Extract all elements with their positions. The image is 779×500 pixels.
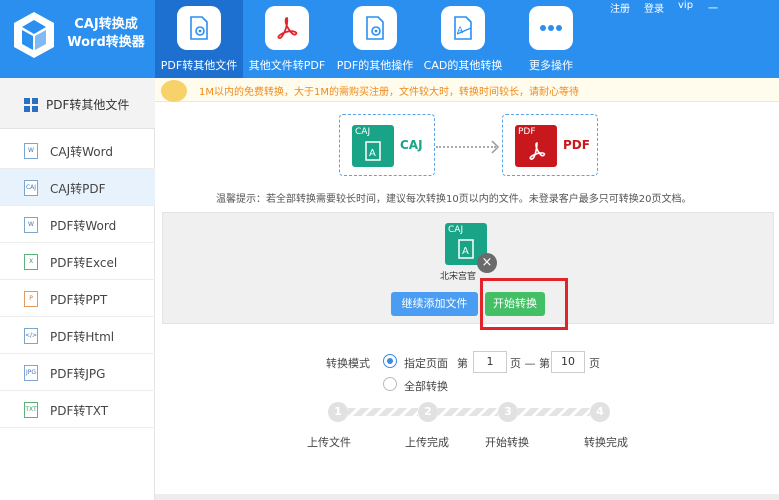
sidebar-item-label: PDF转PPT	[50, 293, 108, 307]
html-file-icon: </>	[24, 328, 38, 344]
tab-pdf-to-other[interactable]: PDF转其他文件	[155, 0, 243, 78]
pdf-gear-icon	[177, 6, 221, 50]
word-file-icon: W	[24, 143, 38, 159]
app-title-line2: Word转换器	[67, 35, 145, 50]
page-suffix-label: 页	[589, 357, 600, 370]
app-window: CAJ转换成 Word转换器 PDF转其他文件 其他文件转PDF PDF的其他操…	[0, 0, 779, 500]
word-file-icon: W	[24, 217, 38, 233]
step-4-circle: 4	[590, 402, 610, 422]
caj-file-tag: CAJ	[355, 127, 371, 137]
step-3-circle: 3	[498, 402, 518, 422]
step-1-label: 上传文件	[307, 436, 351, 449]
page-to-input[interactable]: 10	[551, 351, 585, 373]
progress-stripe	[348, 408, 418, 416]
sidebar: PDF转其他文件 W CAJ转Word CAJ CAJ转PDF W PDF转Word …	[0, 78, 155, 500]
sidebar-item-label: PDF转Excel	[50, 256, 118, 270]
top-header: CAJ转换成 Word转换器 PDF转其他文件 其他文件转PDF PDF的其他操…	[0, 0, 779, 78]
pdf-acrobat-icon	[265, 6, 309, 50]
sidebar-item-pdf-to-excel[interactable]: X PDF转Excel	[0, 243, 155, 280]
tab-label: CAD的其他转换	[423, 59, 503, 72]
svg-text:A: A	[369, 148, 376, 159]
target-format-box: PDF PDF	[502, 114, 598, 176]
notice-bar: 1M以内的免费转换，大于1M的需购买注册，文件较大时，转换时间较长，请耐心等待	[155, 78, 779, 102]
pdf-file-icon: PDF	[515, 125, 557, 167]
sidebar-item-caj-to-pdf[interactable]: CAJ CAJ转PDF	[0, 169, 155, 206]
file-type-tag: CAJ	[448, 225, 464, 235]
grid-icon	[24, 98, 38, 112]
sidebar-header-label: PDF转其他文件	[46, 98, 130, 112]
app-title-line1: CAJ转换成	[74, 17, 138, 32]
sidebar-item-pdf-to-jpg[interactable]: JPG PDF转JPG	[0, 354, 155, 391]
sidebar-item-label: PDF转Word	[50, 219, 117, 233]
target-format-label: PDF	[563, 138, 590, 152]
highlight-annotation-box	[480, 278, 568, 330]
step-1-circle: 1	[328, 402, 348, 422]
tab-label: 更多操作	[529, 59, 573, 72]
notice-text: 1M以内的免费转换，大于1M的需购买注册，文件较大时，转换时间较长，请耐心等待	[199, 87, 579, 98]
excel-file-icon: X	[24, 254, 38, 270]
sidebar-item-caj-to-word[interactable]: W CAJ转Word	[0, 132, 155, 169]
radio-all-pages[interactable]	[383, 377, 397, 391]
all-pages-label: 全部转换	[404, 380, 448, 393]
tab-more[interactable]: 更多操作	[507, 0, 595, 78]
arrow-right-icon	[491, 140, 500, 154]
specified-pages-label: 指定页面	[404, 357, 448, 370]
caj-file-icon: CAJ	[24, 180, 38, 196]
sidebar-item-pdf-to-txt[interactable]: TXT PDF转TXT	[0, 391, 155, 428]
step-2-circle: 2	[418, 402, 438, 422]
step-2-label: 上传完成	[405, 436, 449, 449]
svg-text:A: A	[462, 246, 469, 257]
tab-label: PDF的其他操作	[336, 59, 414, 72]
radio-specified-pages[interactable]	[383, 354, 397, 368]
uploaded-file-name: 北宋宫官	[440, 272, 477, 282]
remove-file-close-icon[interactable]: ×	[477, 253, 497, 273]
sidebar-item-pdf-to-html[interactable]: </> PDF转Html	[0, 317, 155, 354]
sidebar-item-label: PDF转TXT	[50, 404, 109, 418]
sidebar-item-pdf-to-word[interactable]: W PDF转Word	[0, 206, 155, 243]
more-dots-icon	[529, 6, 573, 50]
sidebar-item-pdf-to-ppt[interactable]: P PDF转PPT	[0, 280, 155, 317]
progress-stripe	[438, 408, 498, 416]
tab-pdf-other-ops[interactable]: PDF的其他操作	[331, 0, 419, 78]
pdf-file-tag: PDF	[518, 127, 536, 137]
sidebar-item-label: CAJ转Word	[50, 145, 113, 159]
caj-file-icon: CAJ A	[352, 125, 394, 167]
txt-file-icon: TXT	[24, 402, 38, 418]
bottom-scrollbar-track	[155, 494, 779, 500]
ppt-file-icon: P	[24, 291, 38, 307]
login-link[interactable]: 登录	[644, 0, 664, 15]
register-link[interactable]: 注册	[610, 0, 630, 15]
source-format-box: CAJ A CAJ	[339, 114, 435, 176]
pdf-gear-icon	[353, 6, 397, 50]
flow-arrow-line	[436, 146, 496, 148]
app-title: CAJ转换成 Word转换器	[64, 16, 148, 52]
app-logo	[14, 12, 54, 58]
step-4-label: 转换完成	[584, 436, 628, 449]
tab-cad-other[interactable]: A CAD的其他转换	[419, 0, 507, 78]
minimize-button[interactable]: 一	[708, 0, 718, 15]
source-format-label: CAJ	[400, 138, 423, 152]
cad-icon: A	[441, 6, 485, 50]
tab-label: PDF转其他文件	[160, 59, 238, 72]
jpg-file-icon: JPG	[24, 365, 38, 381]
tip-text: 温馨提示：若全部转换需要较长时间，建议每次转换10页以内的文件。未登录客户最多只…	[216, 194, 692, 205]
convert-mode-label: 转换模式	[326, 357, 370, 370]
mascot-icon	[161, 80, 187, 102]
step-3-label: 开始转换	[485, 436, 529, 449]
sidebar-header: PDF转其他文件	[0, 78, 155, 129]
vip-link[interactable]: vip	[678, 0, 693, 11]
progress-stripe	[518, 408, 590, 416]
page-from-input[interactable]: 1	[473, 351, 507, 373]
page-prefix-label: 第	[457, 357, 468, 370]
sidebar-item-label: PDF转Html	[50, 330, 115, 344]
tab-other-to-pdf[interactable]: 其他文件转PDF	[243, 0, 331, 78]
add-more-files-button[interactable]: 继续添加文件	[391, 292, 478, 316]
page-range-separator: 页 — 第	[510, 357, 550, 370]
sidebar-item-label: CAJ转PDF	[50, 182, 106, 196]
sidebar-item-label: PDF转JPG	[50, 367, 106, 381]
tab-label: 其他文件转PDF	[248, 59, 326, 72]
